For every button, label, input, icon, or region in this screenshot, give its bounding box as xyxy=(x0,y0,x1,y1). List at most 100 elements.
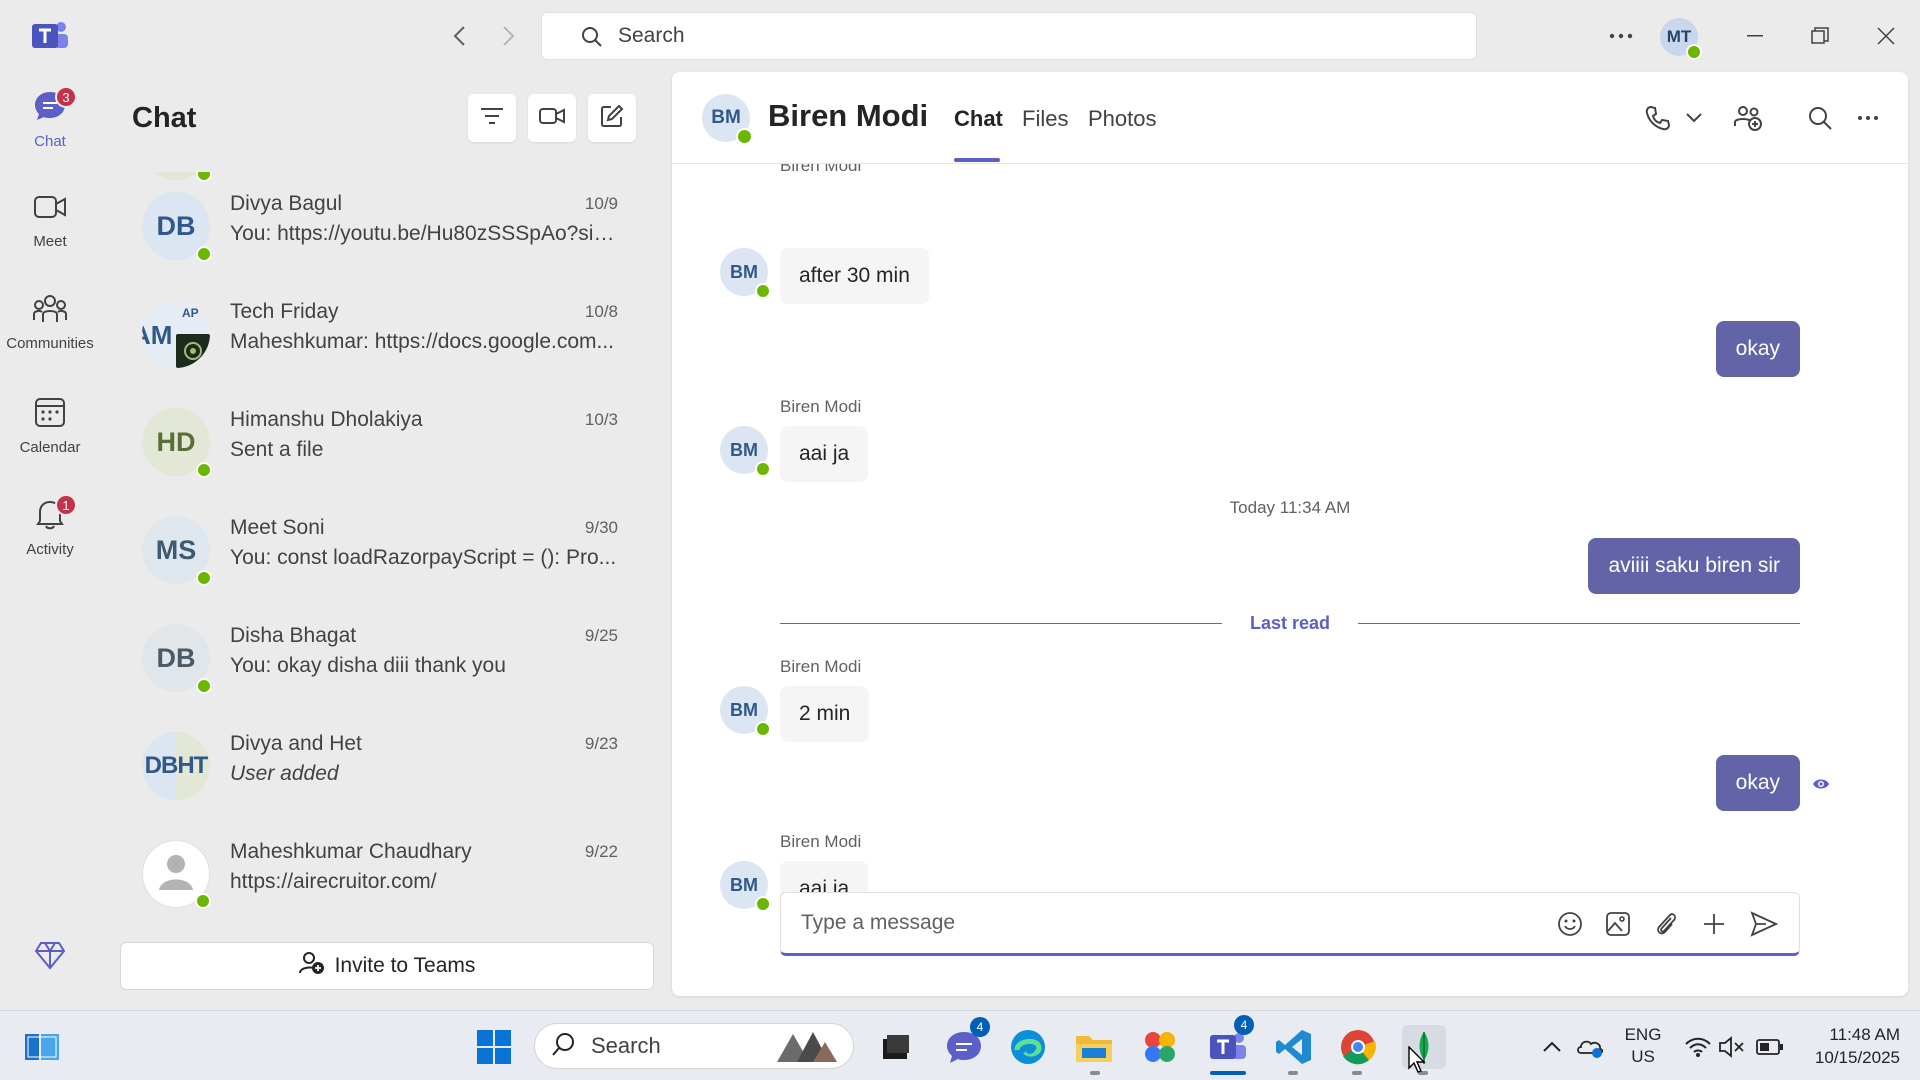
list-item[interactable]: HD Himanshu Dholakiya 10/3 Sent a file xyxy=(100,388,660,496)
restore-icon[interactable] xyxy=(1800,18,1840,54)
back-arrow-icon[interactable] xyxy=(444,20,476,52)
message-bubble-incoming[interactable]: aai ja xyxy=(780,426,869,482)
list-item[interactable]: AM AP Tech Friday 10/8 Maheshkumar: http… xyxy=(100,280,660,388)
chat-app-badge: 4 xyxy=(970,1017,990,1037)
message-sender: Biren Modi xyxy=(780,832,862,851)
rail-label-activity: Activity xyxy=(26,541,74,558)
search-icon xyxy=(580,25,604,54)
more-options-icon[interactable] xyxy=(1603,18,1639,54)
chat-avatar: DB xyxy=(142,624,212,694)
premium-diamond-icon[interactable] xyxy=(34,940,66,972)
presence-available-icon xyxy=(736,128,753,145)
search-icon[interactable] xyxy=(1802,100,1838,136)
tab-photos[interactable]: Photos xyxy=(1088,106,1157,132)
mouse-cursor-icon xyxy=(1408,1045,1426,1079)
vscode-icon[interactable] xyxy=(1272,1025,1316,1069)
search-icon xyxy=(551,1031,577,1062)
rail-item-calendar[interactable]: Calendar xyxy=(0,386,100,482)
invite-to-teams-button[interactable]: Invite to Teams xyxy=(120,942,654,990)
plus-icon[interactable] xyxy=(1697,907,1731,941)
rail-item-communities[interactable]: Communities xyxy=(0,284,100,380)
contact-avatar[interactable]: BM xyxy=(702,94,753,145)
add-people-icon[interactable] xyxy=(1730,100,1766,136)
person-placeholder-icon xyxy=(151,846,201,903)
time-separator: Today 11:34 AM xyxy=(1229,498,1351,517)
message-bubble-outgoing[interactable]: okay xyxy=(1715,321,1800,377)
message-bubble-incoming[interactable]: after 30 min xyxy=(780,248,929,304)
chat-list: DB Divya Bagul 10/9 You: https://youtu.b… xyxy=(100,172,660,1007)
list-item[interactable]: DB Divya Bagul 10/9 You: https://youtu.b… xyxy=(100,172,660,280)
attach-icon[interactable] xyxy=(1649,907,1683,941)
chat-date: 9/22 xyxy=(584,842,618,861)
contact-name[interactable]: Biren Modi xyxy=(768,98,928,134)
chat-date: 10/3 xyxy=(584,410,618,429)
meet-now-button[interactable] xyxy=(528,94,576,142)
rail-item-activity[interactable]: Activity 1 xyxy=(0,488,100,584)
rail-label-calendar: Calendar xyxy=(19,439,81,456)
list-item[interactable]: Maheshkumar Chaudhary 9/22 https://airec… xyxy=(100,820,660,928)
rail-item-chat[interactable]: Chat 3 xyxy=(0,80,100,176)
sender-avatar: BM xyxy=(720,686,771,737)
active-app-indicator xyxy=(1210,1071,1246,1075)
forward-arrow-icon[interactable] xyxy=(492,20,524,52)
chevron-down-icon[interactable] xyxy=(1676,100,1712,136)
photos-app-icon[interactable] xyxy=(1138,1025,1182,1069)
chat-preview: You: const loadRazorpayScript = (): Pro.… xyxy=(230,546,617,569)
onedrive-icon[interactable] xyxy=(1568,1025,1612,1069)
call-icon[interactable] xyxy=(1640,100,1676,136)
list-item[interactable]: DBHT Divya and Het 9/23 User added xyxy=(100,712,660,820)
message-bubble-outgoing[interactable]: aviiii saku biren sir xyxy=(1588,538,1800,594)
rail-item-meet[interactable]: Meet xyxy=(0,182,100,278)
tab-chat[interactable]: Chat xyxy=(954,106,1003,132)
list-item[interactable]: DB Disha Bhagat 9/25 You: okay disha dii… xyxy=(100,604,660,712)
group-avatar: AM AP xyxy=(142,300,210,368)
chat-preview: You: okay disha diii thank you xyxy=(230,654,506,677)
filter-button[interactable] xyxy=(468,94,516,142)
battery-icon[interactable] xyxy=(1748,1025,1792,1069)
running-indicator xyxy=(1288,1071,1298,1075)
chrome-icon[interactable] xyxy=(1336,1025,1380,1069)
profile-avatar[interactable]: MT xyxy=(1660,18,1702,60)
system-clock[interactable]: 11:48 AM 10/15/2025 xyxy=(1800,1023,1900,1069)
chat-avatar: HD xyxy=(142,408,212,478)
new-chat-button[interactable] xyxy=(588,94,636,142)
running-indicator xyxy=(1090,1071,1100,1075)
windows-start-icon[interactable] xyxy=(472,1025,516,1069)
edge-browser-icon[interactable] xyxy=(1006,1025,1050,1069)
file-explorer-icon[interactable] xyxy=(1072,1025,1116,1069)
chat-date: 9/23 xyxy=(584,734,618,753)
more-options-icon[interactable] xyxy=(1850,100,1886,136)
send-icon[interactable] xyxy=(1747,907,1781,941)
list-item[interactable]: MS Meet Soni 9/30 You: const loadRazorpa… xyxy=(100,496,660,604)
chat-avatar: MS xyxy=(142,516,212,586)
communities-icon xyxy=(33,294,67,329)
composer-placeholder: Type a message xyxy=(801,911,956,934)
presence-available-icon xyxy=(755,461,771,477)
message-bubble-outgoing[interactable]: okay xyxy=(1715,755,1800,811)
teams-chat-app-icon[interactable]: 4 xyxy=(942,1017,990,1069)
search-highlight-icon xyxy=(773,1028,839,1071)
minimize-icon[interactable] xyxy=(1735,18,1775,54)
message-composer[interactable]: Type a message xyxy=(780,892,1800,956)
chat-date: 10/9 xyxy=(584,194,618,213)
image-icon[interactable] xyxy=(1601,907,1635,941)
tab-files[interactable]: Files xyxy=(1022,106,1068,132)
search-input[interactable]: Search xyxy=(541,12,1477,60)
teams-app-icon[interactable]: 4 xyxy=(1206,1015,1254,1069)
widgets-icon[interactable] xyxy=(20,1025,64,1069)
message-bubble-incoming[interactable]: 2 min xyxy=(780,686,870,742)
close-icon[interactable] xyxy=(1866,18,1906,54)
language-indicator[interactable]: ENG US xyxy=(1618,1024,1668,1068)
group-photo-icon xyxy=(176,334,210,368)
chat-preview: Sent a file xyxy=(230,438,324,461)
chat-name: Himanshu Dholakiya xyxy=(230,408,423,431)
taskbar-search[interactable]: Search xyxy=(534,1023,854,1069)
active-tab-indicator xyxy=(954,158,1000,162)
invite-label: Invite to Teams xyxy=(334,954,476,977)
chat-preview: User added xyxy=(230,762,339,785)
video-icon xyxy=(33,192,67,227)
seen-eye-icon xyxy=(1812,775,1830,793)
conversation-pane: BM Biren Modi Chat Files Photos Biren Mo… xyxy=(672,72,1908,996)
task-view-icon[interactable] xyxy=(874,1025,918,1069)
emoji-icon[interactable] xyxy=(1553,907,1587,941)
